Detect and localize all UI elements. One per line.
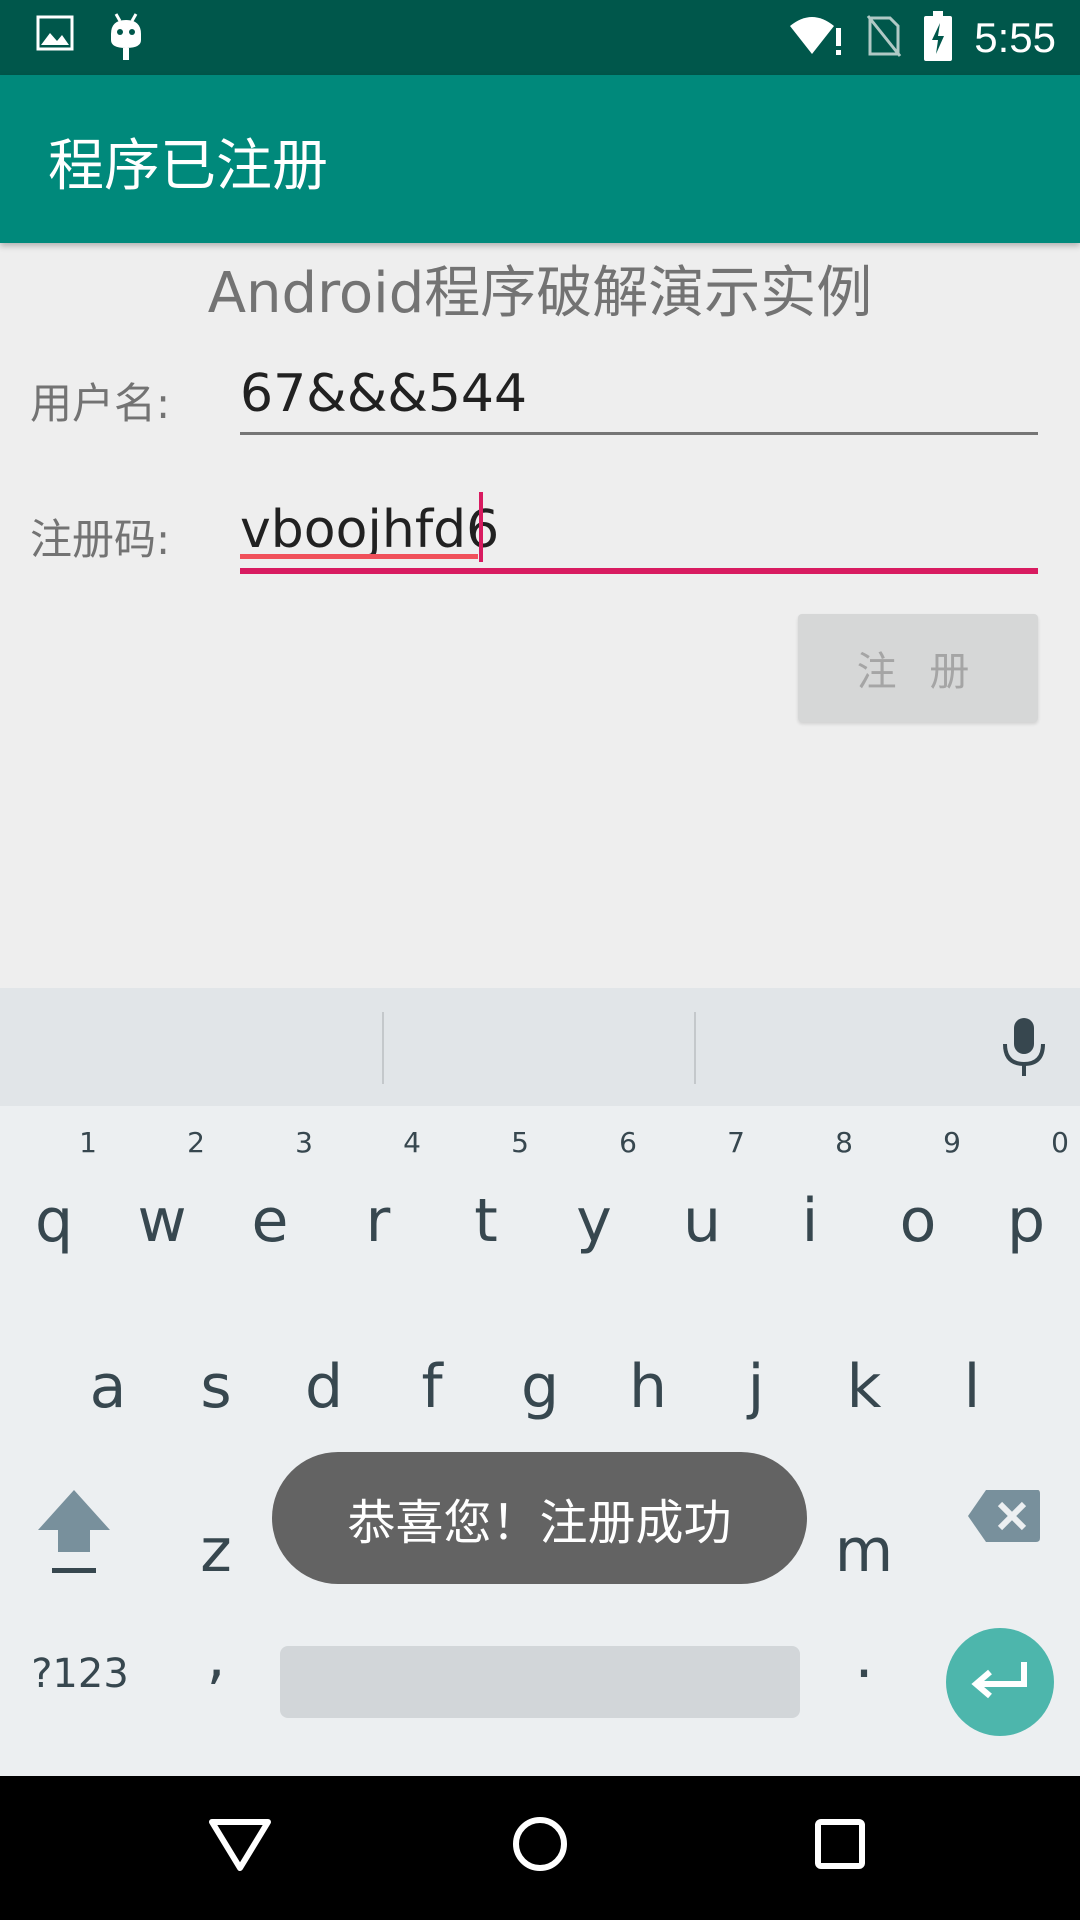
key-q[interactable]: q [0, 1186, 108, 1256]
status-bar: 5:55 [0, 0, 1080, 75]
key-l[interactable]: l [918, 1352, 1026, 1422]
username-input[interactable] [240, 354, 1038, 434]
key-t[interactable]: t [432, 1186, 540, 1256]
spellcheck-underline [240, 554, 478, 559]
key-k[interactable]: k [810, 1352, 918, 1422]
key-hint: 9 [943, 1126, 961, 1159]
key-i[interactable]: i [756, 1186, 864, 1256]
wifi-alert-icon [788, 14, 844, 62]
key-hint: 8 [835, 1126, 853, 1159]
status-time: 5:55 [974, 13, 1056, 61]
register-button[interactable]: 注 册 [798, 614, 1038, 722]
reg-code-underline [240, 568, 1038, 574]
period-key[interactable]: . [810, 1622, 918, 1692]
key-g[interactable]: g [486, 1352, 594, 1422]
username-underline [240, 432, 1038, 435]
app-bar: 程序已注册 [0, 75, 1080, 243]
suggestion-divider [694, 1012, 696, 1084]
key-w[interactable]: w [108, 1186, 216, 1256]
key-r[interactable]: r [324, 1186, 432, 1256]
backspace-icon[interactable] [966, 1488, 1042, 1548]
back-icon[interactable] [208, 1812, 272, 1880]
key-e[interactable]: e [216, 1186, 324, 1256]
enter-icon [970, 1658, 1030, 1710]
key-m[interactable]: m [810, 1516, 918, 1586]
page-heading: Android程序破解演示实例 [207, 261, 873, 326]
key-hint: 1 [79, 1126, 97, 1159]
suggestion-strip [0, 988, 1080, 1106]
key-hint: 6 [619, 1126, 637, 1159]
username-label: 用户名: [30, 379, 171, 428]
battery-charging-icon [924, 10, 953, 65]
navigation-bar [0, 1776, 1080, 1920]
key-a[interactable]: a [54, 1352, 162, 1422]
space-key[interactable] [280, 1646, 800, 1718]
key-p[interactable]: p [972, 1186, 1080, 1256]
key-hint: 4 [403, 1126, 421, 1159]
app-title: 程序已注册 [48, 134, 328, 199]
soft-keyboard: ?123 , . q1w2e3r4t5y6u7i8o9p0asdfghjklzx… [0, 988, 1080, 1776]
android-debug-icon [108, 12, 144, 66]
recents-icon[interactable] [808, 1812, 872, 1880]
reg-code-label: 注册码: [30, 515, 171, 564]
status-icons: 5:55 [788, 0, 1056, 75]
symbols-key[interactable]: ?123 [20, 1644, 140, 1704]
key-o[interactable]: o [864, 1186, 972, 1256]
key-j[interactable]: j [702, 1352, 810, 1422]
key-hint: 7 [727, 1126, 745, 1159]
key-hint: 5 [511, 1126, 529, 1159]
key-s[interactable]: s [162, 1352, 270, 1422]
image-icon [36, 14, 74, 56]
key-f[interactable]: f [378, 1352, 486, 1422]
suggestion-divider [382, 1012, 384, 1084]
shift-icon[interactable] [36, 1486, 112, 1580]
mic-icon[interactable] [1000, 1016, 1048, 1082]
key-h[interactable]: h [594, 1352, 702, 1422]
toast-message: 恭喜您！注册成功 [272, 1452, 807, 1584]
no-sim-icon [866, 14, 902, 62]
key-d[interactable]: d [270, 1352, 378, 1422]
key-y[interactable]: y [540, 1186, 648, 1256]
key-hint: 2 [187, 1126, 205, 1159]
key-u[interactable]: u [648, 1186, 756, 1256]
text-cursor [479, 492, 483, 562]
enter-key[interactable] [946, 1628, 1054, 1736]
key-hint: 0 [1051, 1126, 1069, 1159]
home-icon[interactable] [508, 1812, 572, 1880]
key-hint: 3 [295, 1126, 313, 1159]
comma-key[interactable]: , [162, 1622, 270, 1692]
key-z[interactable]: z [162, 1516, 270, 1586]
